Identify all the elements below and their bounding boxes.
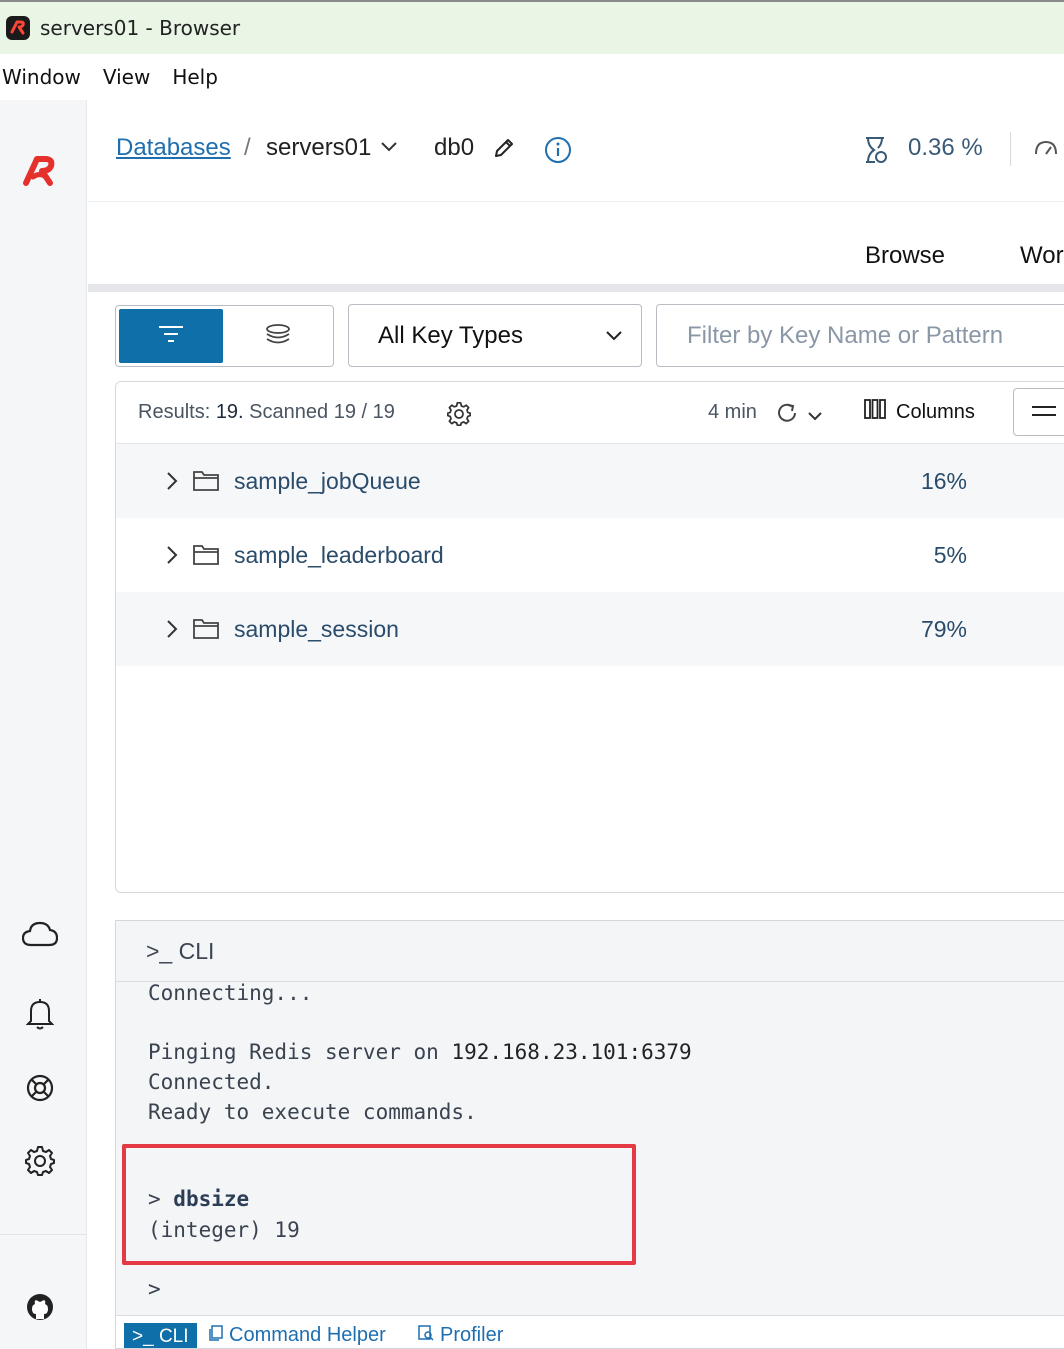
tabs-divider xyxy=(88,284,1064,292)
cli-tab[interactable]: >_ CLI xyxy=(124,1323,197,1348)
cpu-icon xyxy=(863,136,889,168)
profiler-tab[interactable]: Profiler xyxy=(418,1324,503,1347)
columns-label: Columns xyxy=(896,400,975,423)
cli-command-result: (integer) 19 xyxy=(148,1218,300,1242)
db-index-label: db0 xyxy=(434,134,475,161)
pencil-icon[interactable] xyxy=(492,136,516,164)
table-row[interactable]: sample_jobQueue 16% xyxy=(116,444,1064,518)
cli-command: dbsize xyxy=(173,1187,250,1211)
folder-icon xyxy=(193,469,219,495)
tree-view-button[interactable] xyxy=(119,309,223,363)
table-row[interactable]: sample_leaderboard 5% xyxy=(116,518,1064,592)
columns-button[interactable]: Columns xyxy=(864,399,975,425)
gauge-icon[interactable] xyxy=(1034,140,1058,160)
table-row[interactable]: sample_session 79% xyxy=(116,592,1064,666)
folder-icon xyxy=(193,617,219,643)
folder-icon xyxy=(193,543,219,569)
filter-icon xyxy=(158,324,184,348)
results-prefix: Results: xyxy=(138,401,216,423)
key-filter-search xyxy=(656,304,1064,367)
key-name: sample_jobQueue xyxy=(234,468,421,494)
stack-icon xyxy=(264,323,292,349)
menu-button[interactable] xyxy=(1013,388,1064,436)
cloud-icon[interactable] xyxy=(22,916,58,952)
results-count: 19. xyxy=(215,401,244,423)
chevron-down-icon xyxy=(605,327,623,346)
key-type-select[interactable]: All Key Types xyxy=(348,304,642,367)
profiler-icon xyxy=(418,1324,434,1347)
view-mode-toggle xyxy=(115,305,334,367)
columns-icon xyxy=(864,399,886,425)
breadcrumb-databases-link[interactable]: Databases xyxy=(116,134,231,162)
key-results-panel: Results: 19. Scanned 19 / 19 4 min Colum… xyxy=(115,381,1064,893)
menu-view[interactable]: View xyxy=(103,65,150,89)
filter-bar: All Key Types xyxy=(88,292,1064,382)
breadcrumb-database-name[interactable]: servers01 xyxy=(266,134,371,162)
bell-icon[interactable] xyxy=(22,996,58,1032)
redis-app-icon xyxy=(6,16,30,40)
database-header: Databases / servers01 db0 0.36 % xyxy=(88,100,1064,202)
help-lifebuoy-icon[interactable] xyxy=(22,1070,58,1106)
cli-output-line: Pinging Redis server on 192.168.23.101:6… xyxy=(148,1040,692,1064)
cli-command-prompt: > xyxy=(148,1187,174,1211)
key-name: sample_leaderboard xyxy=(234,542,444,568)
cli-title: >_ CLI xyxy=(146,938,215,964)
chevron-right-icon[interactable] xyxy=(166,619,178,643)
cli-output-line: Ready to execute commands. xyxy=(148,1100,477,1124)
key-filter-input[interactable] xyxy=(687,319,1064,353)
info-icon[interactable] xyxy=(544,136,572,168)
menu-help[interactable]: Help xyxy=(172,65,218,89)
refresh-age: 4 min xyxy=(708,401,757,423)
menubar: Window View Help xyxy=(0,54,1064,100)
command-helper-tab[interactable]: Command Helper xyxy=(209,1324,386,1347)
cpu-usage-value: 0.36 % xyxy=(908,134,983,161)
cli-input-prompt[interactable]: > xyxy=(148,1277,161,1301)
tab-browse[interactable]: Browse xyxy=(865,242,946,291)
key-name: sample_session xyxy=(234,616,399,642)
window-title: servers01 - Browser xyxy=(40,16,241,40)
breadcrumb-separator: / xyxy=(244,134,251,161)
command-helper-label: Command Helper xyxy=(229,1324,386,1346)
cli-output-line: Connected. xyxy=(148,1070,275,1094)
key-type-select-value: All Key Types xyxy=(378,322,523,349)
cli-panel: >_ CLI Connecting... Pinging Redis serve… xyxy=(115,920,1064,1349)
sidebar-divider xyxy=(0,1234,87,1235)
chevron-right-icon[interactable] xyxy=(166,545,178,569)
refresh-icon[interactable] xyxy=(776,402,798,428)
key-percentage: 5% xyxy=(933,542,967,568)
list-view-button[interactable] xyxy=(226,309,330,363)
key-percentage: 79% xyxy=(920,616,967,642)
document-icon xyxy=(209,1324,223,1347)
cli-command-line: > dbsize xyxy=(148,1187,249,1211)
results-header: Results: 19. Scanned 19 / 19 4 min Colum… xyxy=(116,382,1064,444)
gear-icon[interactable] xyxy=(446,401,472,430)
cli-server-address: 192.168.23.101:6379 xyxy=(451,1040,692,1064)
window-titlebar: servers01 - Browser xyxy=(0,0,1064,54)
sidebar xyxy=(0,100,87,1349)
tab-workbench[interactable]: Wor xyxy=(1020,242,1064,270)
github-icon[interactable] xyxy=(22,1289,58,1325)
profiler-label: Profiler xyxy=(440,1324,504,1346)
chevron-down-icon[interactable] xyxy=(380,138,398,157)
chevron-down-icon[interactable] xyxy=(808,406,822,425)
gear-icon[interactable] xyxy=(22,1143,58,1179)
key-percentage: 16% xyxy=(920,468,967,494)
cli-pinging-text: Pinging Redis server on xyxy=(148,1040,452,1064)
results-summary: Results: 19. Scanned 19 / 19 xyxy=(138,401,395,424)
cli-header: >_ CLI xyxy=(116,921,1064,982)
chevron-right-icon[interactable] xyxy=(166,471,178,495)
bottom-panel-tabs: >_ CLI Command Helper Profiler xyxy=(116,1315,1064,1348)
header-divider xyxy=(1010,132,1011,166)
page-tabs: Browse Wor xyxy=(88,202,1064,294)
redis-logo-icon[interactable] xyxy=(20,150,60,194)
results-scanned: Scanned 19 / 19 xyxy=(243,401,395,423)
cli-output-line: Connecting... xyxy=(148,981,313,1005)
hamburger-icon xyxy=(1032,403,1056,422)
menu-window[interactable]: Window xyxy=(2,65,81,89)
